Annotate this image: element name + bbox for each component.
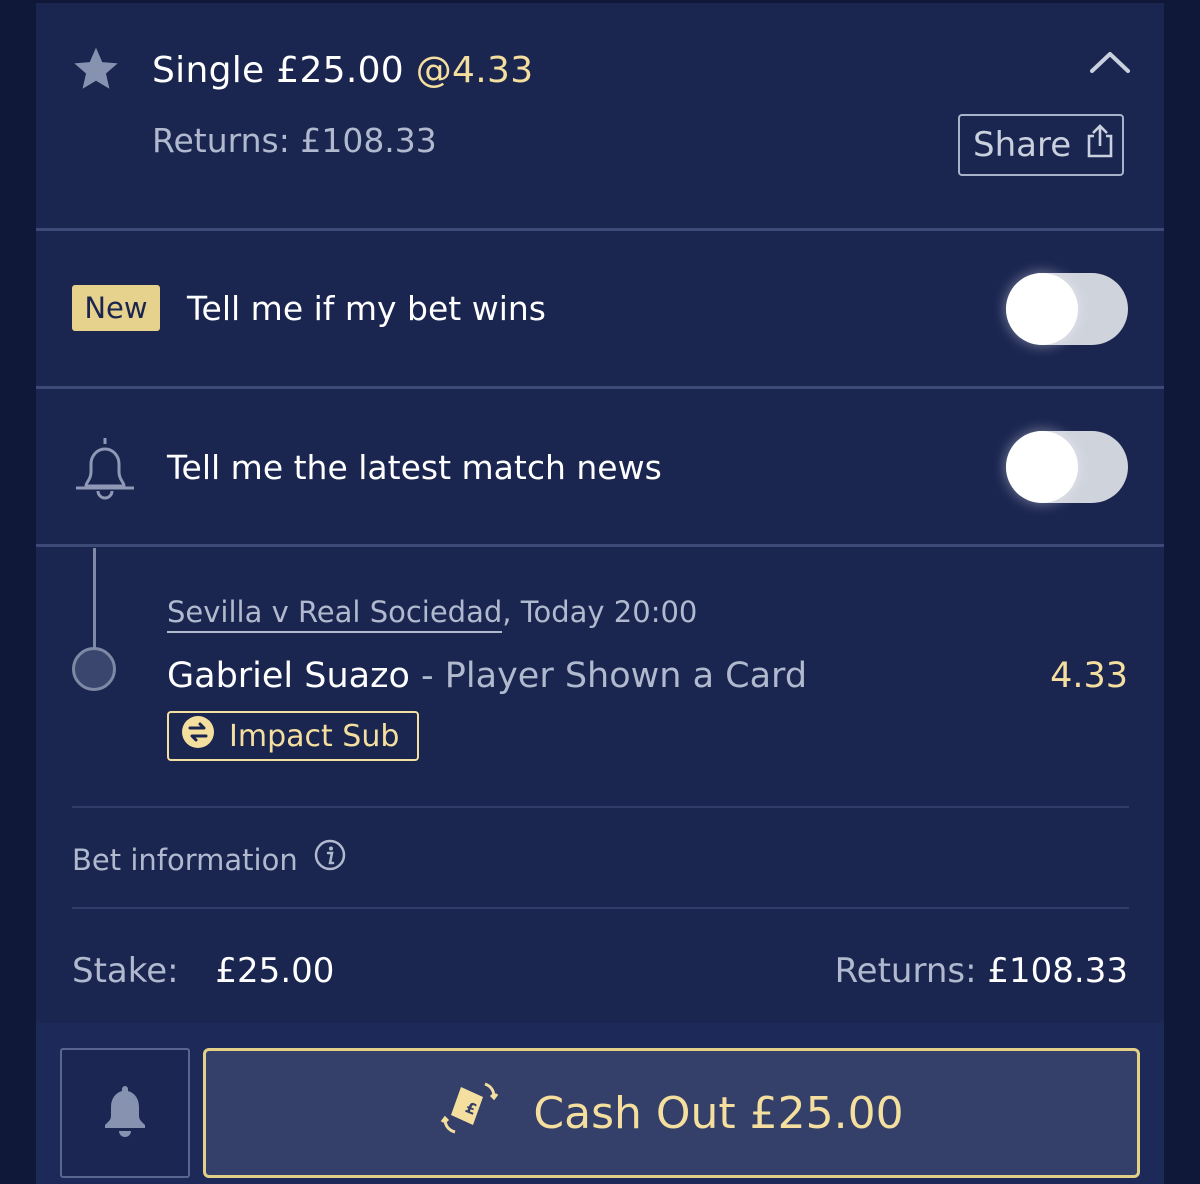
market-name: - Player Shown a Card bbox=[409, 656, 808, 696]
share-icon bbox=[1085, 123, 1115, 168]
event-info: Sevilla v Real Sociedad, Today 20:00 bbox=[167, 593, 698, 633]
bet-wins-toggle[interactable] bbox=[1006, 273, 1128, 345]
share-label: Share bbox=[973, 125, 1072, 165]
selection-odds: 4.33 bbox=[1050, 656, 1128, 696]
bet-wins-label: Tell me if my bet wins bbox=[187, 289, 547, 328]
notifications-button[interactable] bbox=[60, 1048, 190, 1178]
divider bbox=[72, 806, 1129, 808]
bet-card: Single £25.00 @4.33 Returns: £108.33 Sha… bbox=[36, 3, 1164, 1184]
divider bbox=[36, 386, 1164, 389]
collapse-chevron-icon[interactable] bbox=[1088, 47, 1132, 77]
toggle-knob bbox=[1006, 431, 1078, 503]
bet-information-label: Bet information bbox=[72, 842, 298, 877]
cash-out-button[interactable]: £ Cash Out £25.00 bbox=[203, 1048, 1140, 1178]
match-news-toggle[interactable] bbox=[1006, 431, 1128, 503]
toggle-knob bbox=[1006, 273, 1078, 345]
share-button[interactable]: Share bbox=[958, 114, 1124, 176]
returns-bottom-label: Returns: bbox=[834, 951, 977, 991]
cash-out-label: Cash Out £25.00 bbox=[533, 1087, 904, 1139]
bell-icon bbox=[100, 1083, 150, 1143]
stake-value: £25.00 bbox=[215, 951, 335, 991]
bet-information[interactable]: Bet information bbox=[72, 839, 346, 880]
cash-out-icon: £ bbox=[439, 1079, 503, 1148]
player-name: Gabriel Suazo bbox=[167, 656, 410, 696]
swap-icon bbox=[181, 715, 215, 757]
info-icon[interactable] bbox=[314, 839, 346, 880]
bet-odds: @4.33 bbox=[415, 50, 534, 91]
stake-label: Stake: bbox=[72, 951, 179, 991]
divider bbox=[72, 907, 1129, 909]
returns-value: £108.33 bbox=[300, 121, 437, 160]
returns-bottom-value: £108.33 bbox=[987, 951, 1128, 991]
divider bbox=[36, 228, 1164, 231]
bell-outline-icon bbox=[72, 433, 138, 505]
event-time: , Today 20:00 bbox=[502, 595, 698, 629]
match-news-label: Tell me the latest match news bbox=[167, 448, 662, 487]
bet-type: Single bbox=[152, 50, 265, 91]
impact-sub-badge: Impact Sub bbox=[167, 711, 419, 761]
favourite-star-icon[interactable] bbox=[70, 43, 122, 95]
new-badge: New bbox=[72, 285, 160, 331]
returns-summary: Returns: £108.33 bbox=[152, 120, 437, 162]
bet-stake: £25.00 bbox=[276, 50, 404, 91]
timeline-dot bbox=[72, 647, 116, 691]
returns-bottom: Returns: £108.33 bbox=[736, 949, 1128, 993]
event-link[interactable]: Sevilla v Real Sociedad bbox=[167, 595, 503, 633]
selection-title: Gabriel Suazo - Player Shown a Card bbox=[167, 653, 807, 699]
returns-label: Returns: bbox=[152, 121, 290, 160]
stake-summary: Stake: £25.00 bbox=[72, 949, 334, 993]
impact-sub-label: Impact Sub bbox=[229, 718, 400, 754]
divider bbox=[36, 544, 1164, 547]
bet-title: Single £25.00 @4.33 bbox=[152, 49, 533, 93]
timeline-line bbox=[93, 548, 96, 648]
